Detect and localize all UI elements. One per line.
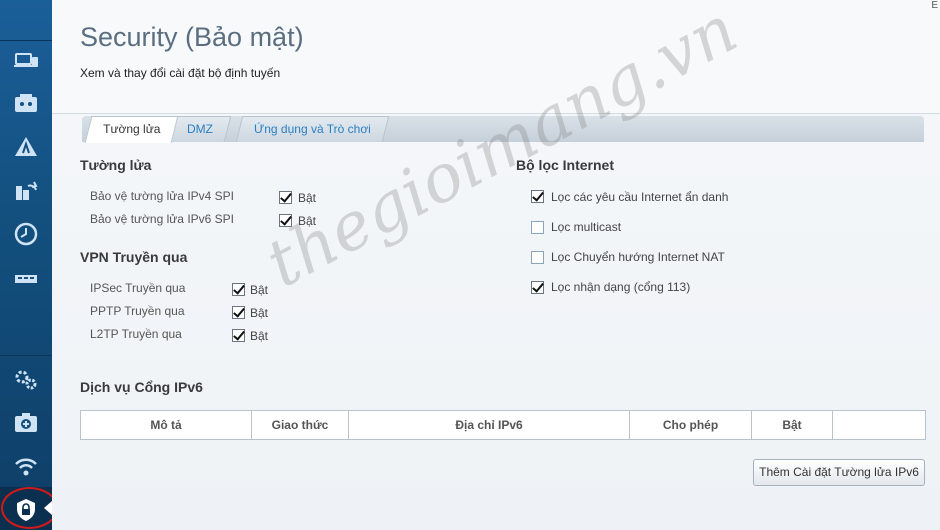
- usb-icon[interactable]: [10, 262, 42, 294]
- ipv4-spi-checkbox[interactable]: [279, 191, 292, 204]
- pptp-label: PPTP Truyền qua: [90, 304, 185, 318]
- col-description: Mô tả: [81, 411, 252, 439]
- sidebar: [0, 0, 52, 530]
- l2tp-label: L2TP Truyền qua: [90, 327, 182, 341]
- filter-anonymous-label: Lọc các yêu cầu Internet ẩn danh: [551, 190, 729, 204]
- ipv6-service-title: Dịch vụ Cổng IPv6: [80, 379, 203, 395]
- page-header: Security (Bảo mật) Xem và thay đổi cài đ…: [52, 0, 940, 114]
- col-ipv6-address: Địa chỉ IPv6: [349, 411, 630, 439]
- ipsec-label: IPSec Truyền qua: [90, 281, 186, 295]
- col-enabled: Bật: [752, 411, 833, 439]
- sidebar-divider: [0, 40, 52, 41]
- col-actions: [833, 411, 925, 439]
- highlight-circle: [1, 487, 58, 529]
- tab-firewall[interactable]: Tường lửa: [84, 116, 179, 143]
- main-content: Security (Bảo mật) Xem và thay đổi cài đ…: [52, 0, 940, 530]
- clock-icon[interactable]: [10, 218, 42, 250]
- filter-multicast-label: Lọc multicast: [551, 220, 622, 234]
- sidebar-divider: [0, 355, 52, 356]
- internet-filter-title: Bộ lọc Internet: [516, 157, 615, 173]
- page-subtitle: Xem và thay đổi cài đặt bộ định tuyến: [80, 66, 281, 80]
- firewall-section-title: Tường lửa: [80, 157, 152, 173]
- filter-anonymous-checkbox[interactable]: [531, 190, 544, 203]
- col-allow: Cho phép: [630, 411, 752, 439]
- wireless-icon[interactable]: [10, 449, 42, 481]
- parental-controls-icon[interactable]: [10, 87, 42, 119]
- filter-ident-checkbox[interactable]: [531, 281, 544, 294]
- filter-nat-redirect-label: Lọc Chuyển hướng Internet NAT: [551, 250, 725, 264]
- ipsec-value: Bật: [250, 283, 269, 297]
- add-ipv6-firewall-button[interactable]: Thêm Cài đặt Tường lửa IPv6: [753, 459, 925, 486]
- settings-gears-icon[interactable]: [10, 363, 42, 395]
- troubleshooting-icon[interactable]: [10, 406, 42, 438]
- ipv6-spi-label: Bảo vệ tường lửa IPv6 SPI: [90, 212, 235, 226]
- page-title: Security (Bảo mật): [80, 22, 304, 52]
- pptp-checkbox[interactable]: [232, 306, 245, 319]
- pptp-value: Bật: [250, 306, 269, 320]
- ipv6-spi-value: Bật: [298, 214, 317, 228]
- ipv6-spi-checkbox[interactable]: [279, 214, 292, 227]
- filter-nat-redirect-checkbox[interactable]: [531, 251, 544, 264]
- corner-mark: E: [931, 0, 938, 11]
- l2tp-value: Bật: [250, 329, 269, 343]
- filter-ident-label: Lọc nhận dạng (cổng 113): [551, 280, 691, 294]
- filter-multicast-checkbox[interactable]: [531, 221, 544, 234]
- wifi-signal-icon[interactable]: [10, 131, 42, 163]
- devices-icon[interactable]: [10, 44, 42, 76]
- tab-bar: Tường lửa DMZ Ứng dụng và Trò chơi: [82, 116, 924, 143]
- l2tp-checkbox[interactable]: [232, 329, 245, 342]
- ipv4-spi-value: Bật: [298, 191, 317, 205]
- col-protocol: Giao thức: [252, 411, 349, 439]
- backup-restore-icon[interactable]: [10, 175, 42, 207]
- ipv4-spi-label: Bảo vệ tường lửa IPv4 SPI: [90, 189, 235, 203]
- vpn-section-title: VPN Truyền qua: [80, 249, 188, 265]
- tab-apps-games[interactable]: Ứng dụng và Trò chơi: [235, 116, 390, 142]
- ipsec-checkbox[interactable]: [232, 283, 245, 296]
- ipv6-service-table: Mô tả Giao thức Địa chỉ IPv6 Cho phép Bậ…: [80, 410, 926, 440]
- tab-dmz[interactable]: DMZ: [168, 116, 232, 142]
